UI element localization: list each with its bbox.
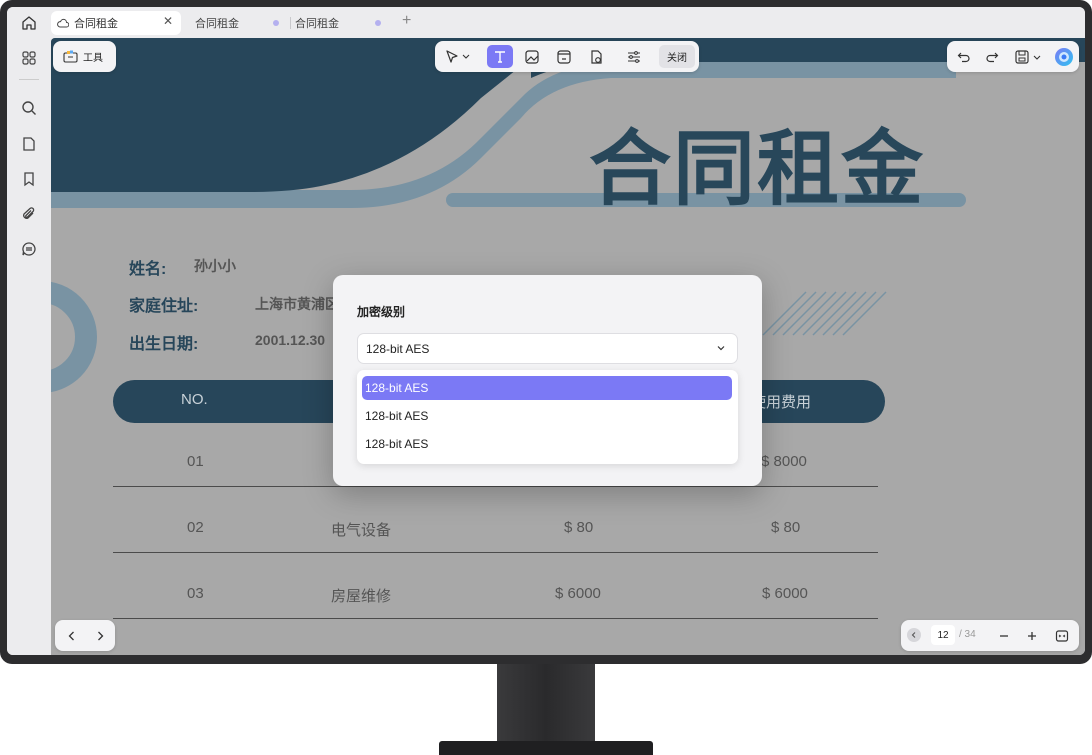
- bookmark-icon[interactable]: [19, 169, 39, 189]
- save-icon: [1015, 49, 1041, 64]
- tab-active[interactable]: 合同租金 ✕: [51, 11, 181, 35]
- image-tool-button[interactable]: [519, 45, 545, 68]
- next-page-button[interactable]: [87, 624, 113, 647]
- undo-icon: [957, 52, 970, 62]
- field-label-birthdate: 出生日期:: [129, 336, 199, 353]
- comment-icon[interactable]: [19, 239, 39, 259]
- zoom-out-button[interactable]: [991, 624, 1017, 647]
- fit-page-icon: [1055, 629, 1069, 642]
- dropdown-option[interactable]: 128-bit AES: [362, 432, 732, 456]
- field-label-address: 家庭住址:: [129, 298, 199, 315]
- ai-assistant-button[interactable]: [1051, 45, 1077, 68]
- table-cell-no: 03: [187, 585, 204, 602]
- previous-page-button[interactable]: [59, 624, 85, 647]
- history-toolbar: [947, 41, 1079, 72]
- tab-3[interactable]: 合同租金: [295, 11, 389, 35]
- table-cell-price: $ 6000: [555, 585, 601, 602]
- tab-label: 合同租金: [195, 18, 239, 30]
- monitor-frame: 合同租金 ✕ 合同租金 合同租金 + 合同租金 姓名: 孙小小 家庭住址: 上海…: [0, 0, 1092, 664]
- field-label-name: 姓名:: [129, 261, 167, 278]
- page-back-button[interactable]: [907, 628, 921, 642]
- image-icon: [525, 49, 539, 64]
- encryption-level-select[interactable]: 128-bit AES: [357, 333, 738, 364]
- minus-icon: [1000, 634, 1008, 637]
- select-tool-button[interactable]: [441, 45, 475, 68]
- tools-label: 工具: [83, 53, 103, 64]
- page-icon[interactable]: [19, 134, 39, 154]
- link-icon: [557, 49, 571, 64]
- close-tab-icon[interactable]: ✕: [163, 14, 173, 28]
- dropdown-option[interactable]: 128-bit AES: [362, 376, 732, 400]
- chevron-down-icon: [717, 346, 725, 351]
- table-cell-item: 房屋维修: [331, 588, 392, 605]
- tab-label: 合同租金: [74, 18, 118, 30]
- table-cell-total: $ 8000: [761, 453, 807, 470]
- table-row-divider: [113, 552, 878, 553]
- cursor-icon: [446, 49, 470, 63]
- text-icon: [495, 50, 505, 63]
- table-cell-price: $ 80: [564, 519, 594, 536]
- tab-bar: 合同租金 ✕ 合同租金 合同租金 +: [7, 7, 1085, 38]
- table-row-divider: [113, 618, 878, 619]
- tab-label: 合同租金: [295, 18, 339, 30]
- field-value-name: 孙小小: [194, 258, 236, 274]
- field-value-address: 上海市黄浦区: [255, 296, 339, 312]
- tools-button[interactable]: 工具: [53, 41, 116, 72]
- table-cell-total: $ 80: [771, 519, 801, 536]
- save-button[interactable]: [1011, 45, 1047, 68]
- tab-2[interactable]: 合同租金: [193, 11, 287, 35]
- table-cell-item: 电气设备: [331, 522, 392, 539]
- toolbox-icon: [63, 50, 78, 63]
- select-value: 128-bit AES: [366, 341, 430, 356]
- chevron-right-icon: [98, 631, 104, 640]
- redo-icon: [986, 52, 999, 62]
- unsaved-dot-icon: [375, 20, 381, 26]
- zoom-in-button[interactable]: [1019, 624, 1045, 647]
- link-tool-button[interactable]: [551, 45, 577, 68]
- text-tool-button[interactable]: [487, 45, 513, 68]
- close-edit-button[interactable]: 关闭: [659, 45, 695, 68]
- edit-toolbar: 关闭: [435, 41, 699, 72]
- plus-icon: [1028, 631, 1036, 640]
- stamp-tool-button[interactable]: [583, 45, 609, 68]
- field-value-birthdate: 2001.12.30: [255, 332, 326, 348]
- page-number-input[interactable]: 12: [931, 625, 955, 645]
- chevron-left-icon: [68, 631, 74, 640]
- undo-button[interactable]: [951, 45, 977, 68]
- fit-page-button[interactable]: [1049, 624, 1075, 647]
- tab-divider: [290, 17, 291, 29]
- sliders-icon: [628, 50, 640, 63]
- left-sidebar: [7, 38, 51, 655]
- sidebar-divider: [19, 79, 39, 80]
- home-icon[interactable]: [19, 13, 39, 33]
- table-row-divider: [113, 486, 878, 487]
- page-zoom-controls: 12 / 34: [901, 620, 1079, 651]
- page-nav: [55, 620, 115, 651]
- stamp-icon: [591, 49, 602, 64]
- table-cell-total: $ 6000: [762, 585, 808, 602]
- unsaved-dot-icon: [273, 20, 279, 26]
- cloud-icon: [57, 18, 69, 28]
- page-total: / 34: [959, 629, 976, 640]
- attachment-icon[interactable]: [19, 204, 39, 224]
- dialog-title: 加密级别: [357, 305, 406, 319]
- monitor-stand: [497, 664, 595, 742]
- redo-button[interactable]: [979, 45, 1005, 68]
- document-title: 合同租金: [589, 122, 926, 217]
- app-window: 合同租金 ✕ 合同租金 合同租金 + 合同租金 姓名: 孙小小 家庭住址: 上海…: [7, 7, 1085, 655]
- table-header-no: NO.: [181, 391, 208, 408]
- search-icon[interactable]: [19, 98, 39, 118]
- thumbnails-icon[interactable]: [19, 48, 39, 68]
- table-cell-no: 01: [187, 453, 204, 470]
- table-cell-no: 02: [187, 519, 204, 536]
- chevron-left-icon: [911, 632, 916, 638]
- encryption-level-options: 128-bit AES 128-bit AES 128-bit AES: [357, 370, 738, 464]
- ai-assistant-icon: [1055, 47, 1073, 66]
- settings-tool-button[interactable]: [621, 45, 647, 68]
- encryption-dialog: 加密级别 128-bit AES 128-bit AES 128-bit AES…: [333, 275, 762, 486]
- add-tab-icon[interactable]: +: [402, 12, 411, 30]
- dropdown-option[interactable]: 128-bit AES: [362, 404, 732, 428]
- monitor-base: [439, 741, 653, 755]
